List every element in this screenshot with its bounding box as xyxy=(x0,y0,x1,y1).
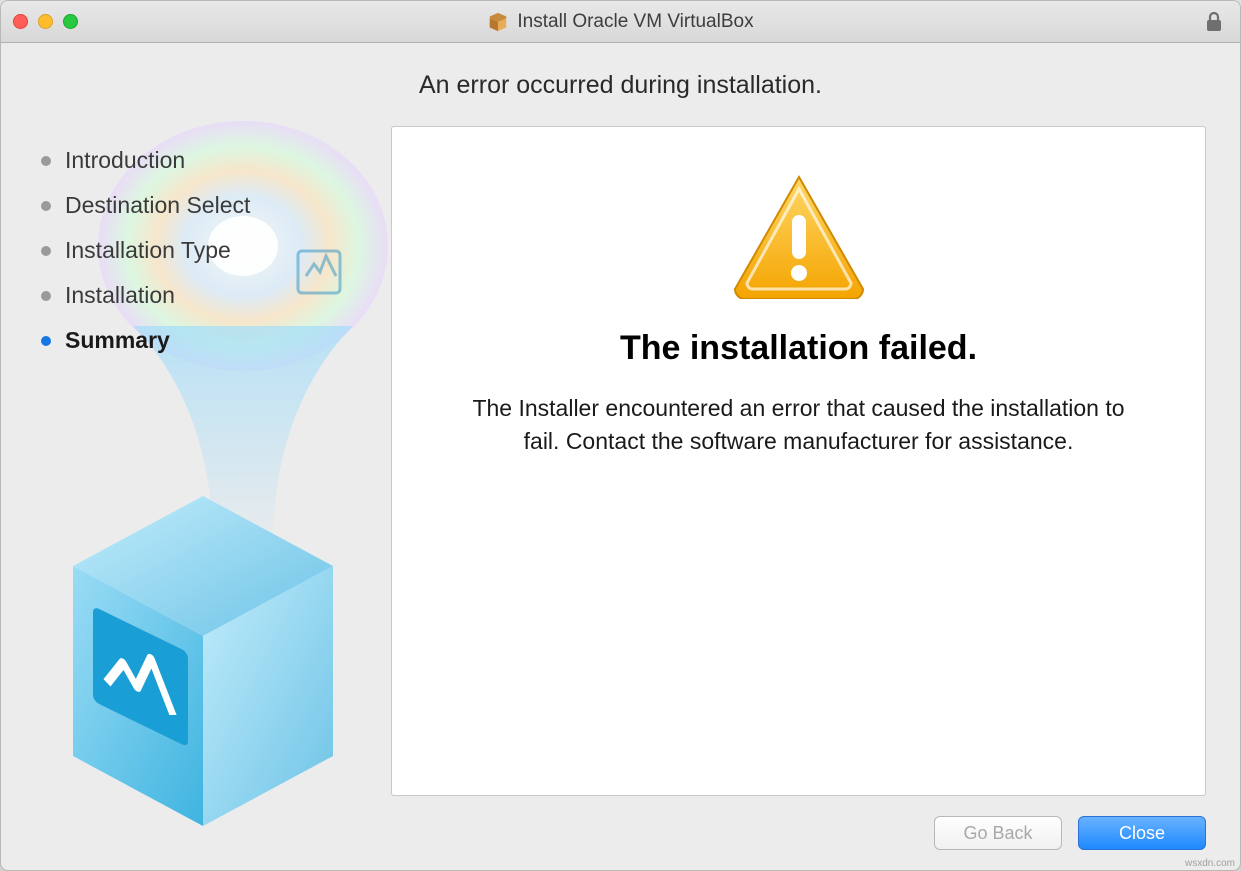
titlebar: Install Oracle VM VirtualBox xyxy=(1,1,1240,43)
package-icon xyxy=(487,11,509,33)
step-label: Installation xyxy=(65,282,175,309)
step-label: Summary xyxy=(65,327,170,354)
step-installation-type: Installation Type xyxy=(41,228,391,273)
step-label: Installation Type xyxy=(65,237,231,264)
window-body: An error occurred during installation. xyxy=(1,43,1240,870)
main-panel: The installation failed. The Installer e… xyxy=(391,126,1206,796)
step-destination-select: Destination Select xyxy=(41,183,391,228)
traffic-lights xyxy=(13,14,78,29)
steps-list: Introduction Destination Select Installa… xyxy=(41,138,391,363)
installer-window: Install Oracle VM VirtualBox An error oc… xyxy=(0,0,1241,871)
step-bullet xyxy=(41,201,51,211)
step-bullet xyxy=(41,246,51,256)
watermark-text: wsxdn.com xyxy=(1185,858,1235,869)
error-body: The Installer encountered an error that … xyxy=(459,392,1139,457)
step-introduction: Introduction xyxy=(41,138,391,183)
close-button[interactable]: Close xyxy=(1078,816,1206,850)
error-title: The installation failed. xyxy=(620,329,977,368)
warning-icon xyxy=(729,171,869,299)
lock-icon[interactable] xyxy=(1204,11,1224,33)
content-row: Introduction Destination Select Installa… xyxy=(1,126,1240,796)
window-title-text: Install Oracle VM VirtualBox xyxy=(517,11,753,33)
go-back-button[interactable]: Go Back xyxy=(934,816,1062,850)
step-label: Destination Select xyxy=(65,192,250,219)
step-installation: Installation xyxy=(41,273,391,318)
step-bullet xyxy=(41,336,51,346)
page-heading: An error occurred during installation. xyxy=(1,43,1240,126)
step-bullet xyxy=(41,156,51,166)
window-title: Install Oracle VM VirtualBox xyxy=(1,11,1240,33)
step-summary: Summary xyxy=(41,318,391,363)
step-label: Introduction xyxy=(65,147,185,174)
window-close-button[interactable] xyxy=(13,14,28,29)
window-zoom-button[interactable] xyxy=(63,14,78,29)
sidebar: Introduction Destination Select Installa… xyxy=(1,126,391,796)
step-bullet xyxy=(41,291,51,301)
window-minimize-button[interactable] xyxy=(38,14,53,29)
